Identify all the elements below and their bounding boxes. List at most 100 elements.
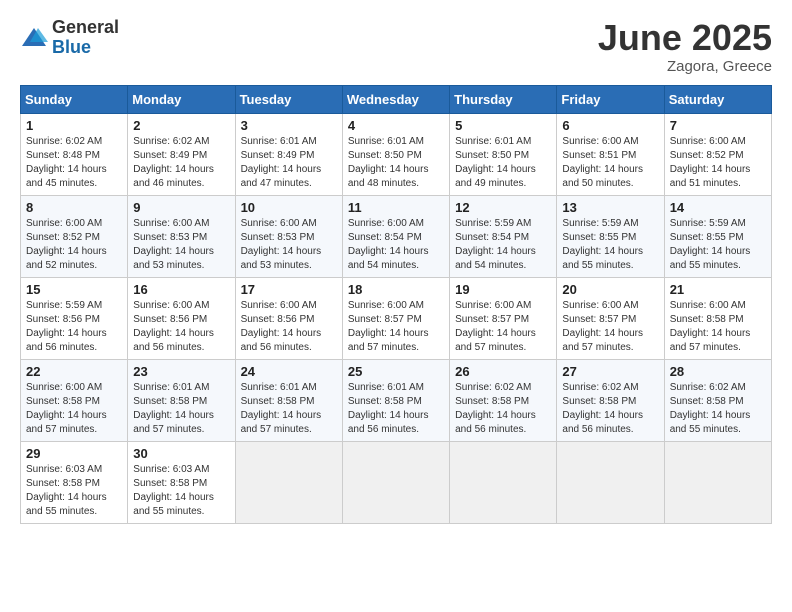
- day-number: 6: [562, 118, 658, 133]
- day-number: 24: [241, 364, 337, 379]
- table-row: 7 Sunrise: 6:00 AMSunset: 8:52 PMDayligh…: [664, 113, 771, 195]
- table-row: 12 Sunrise: 5:59 AMSunset: 8:54 PMDaylig…: [450, 195, 557, 277]
- day-info: Sunrise: 6:00 AMSunset: 8:57 PMDaylight:…: [348, 300, 429, 353]
- calendar-week-row: 8 Sunrise: 6:00 AMSunset: 8:52 PMDayligh…: [21, 195, 772, 277]
- day-number: 4: [348, 118, 444, 133]
- day-number: 9: [133, 200, 229, 215]
- table-row: 8 Sunrise: 6:00 AMSunset: 8:52 PMDayligh…: [21, 195, 128, 277]
- day-info: Sunrise: 6:00 AMSunset: 8:56 PMDaylight:…: [241, 300, 322, 353]
- table-row: 1 Sunrise: 6:02 AMSunset: 8:48 PMDayligh…: [21, 113, 128, 195]
- day-info: Sunrise: 5:59 AMSunset: 8:56 PMDaylight:…: [26, 300, 107, 353]
- table-row: 5 Sunrise: 6:01 AMSunset: 8:50 PMDayligh…: [450, 113, 557, 195]
- table-row: 16 Sunrise: 6:00 AMSunset: 8:56 PMDaylig…: [128, 277, 235, 359]
- day-number: 15: [26, 282, 122, 297]
- col-wednesday: Wednesday: [342, 85, 449, 113]
- calendar-week-row: 15 Sunrise: 5:59 AMSunset: 8:56 PMDaylig…: [21, 277, 772, 359]
- day-number: 10: [241, 200, 337, 215]
- day-info: Sunrise: 6:01 AMSunset: 8:50 PMDaylight:…: [455, 136, 536, 189]
- day-number: 28: [670, 364, 766, 379]
- empty-cell: [664, 441, 771, 523]
- location: Zagora, Greece: [598, 58, 772, 75]
- day-info: Sunrise: 6:01 AMSunset: 8:58 PMDaylight:…: [241, 382, 322, 435]
- table-row: 14 Sunrise: 5:59 AMSunset: 8:55 PMDaylig…: [664, 195, 771, 277]
- day-number: 1: [26, 118, 122, 133]
- day-info: Sunrise: 6:00 AMSunset: 8:52 PMDaylight:…: [26, 218, 107, 271]
- table-row: 6 Sunrise: 6:00 AMSunset: 8:51 PMDayligh…: [557, 113, 664, 195]
- table-row: 25 Sunrise: 6:01 AMSunset: 8:58 PMDaylig…: [342, 359, 449, 441]
- col-thursday: Thursday: [450, 85, 557, 113]
- page-header: General Blue June 2025 Zagora, Greece: [20, 18, 772, 75]
- day-info: Sunrise: 6:00 AMSunset: 8:57 PMDaylight:…: [455, 300, 536, 353]
- table-row: 26 Sunrise: 6:02 AMSunset: 8:58 PMDaylig…: [450, 359, 557, 441]
- day-number: 21: [670, 282, 766, 297]
- day-number: 22: [26, 364, 122, 379]
- day-number: 12: [455, 200, 551, 215]
- table-row: 18 Sunrise: 6:00 AMSunset: 8:57 PMDaylig…: [342, 277, 449, 359]
- calendar-week-row: 1 Sunrise: 6:02 AMSunset: 8:48 PMDayligh…: [21, 113, 772, 195]
- day-number: 29: [26, 446, 122, 461]
- table-row: 22 Sunrise: 6:00 AMSunset: 8:58 PMDaylig…: [21, 359, 128, 441]
- empty-cell: [450, 441, 557, 523]
- day-number: 25: [348, 364, 444, 379]
- calendar-table: Sunday Monday Tuesday Wednesday Thursday…: [20, 85, 772, 524]
- day-info: Sunrise: 6:01 AMSunset: 8:58 PMDaylight:…: [133, 382, 214, 435]
- table-row: 10 Sunrise: 6:00 AMSunset: 8:53 PMDaylig…: [235, 195, 342, 277]
- day-number: 5: [455, 118, 551, 133]
- day-info: Sunrise: 6:00 AMSunset: 8:52 PMDaylight:…: [670, 136, 751, 189]
- table-row: 15 Sunrise: 5:59 AMSunset: 8:56 PMDaylig…: [21, 277, 128, 359]
- day-number: 3: [241, 118, 337, 133]
- table-row: 17 Sunrise: 6:00 AMSunset: 8:56 PMDaylig…: [235, 277, 342, 359]
- day-number: 7: [670, 118, 766, 133]
- calendar-header-row: Sunday Monday Tuesday Wednesday Thursday…: [21, 85, 772, 113]
- table-row: 4 Sunrise: 6:01 AMSunset: 8:50 PMDayligh…: [342, 113, 449, 195]
- day-info: Sunrise: 6:02 AMSunset: 8:49 PMDaylight:…: [133, 136, 214, 189]
- table-row: 3 Sunrise: 6:01 AMSunset: 8:49 PMDayligh…: [235, 113, 342, 195]
- day-info: Sunrise: 6:00 AMSunset: 8:58 PMDaylight:…: [26, 382, 107, 435]
- day-info: Sunrise: 6:02 AMSunset: 8:48 PMDaylight:…: [26, 136, 107, 189]
- table-row: 11 Sunrise: 6:00 AMSunset: 8:54 PMDaylig…: [342, 195, 449, 277]
- empty-cell: [557, 441, 664, 523]
- day-number: 18: [348, 282, 444, 297]
- col-saturday: Saturday: [664, 85, 771, 113]
- title-block: June 2025 Zagora, Greece: [598, 18, 772, 75]
- table-row: 28 Sunrise: 6:02 AMSunset: 8:58 PMDaylig…: [664, 359, 771, 441]
- day-info: Sunrise: 6:00 AMSunset: 8:54 PMDaylight:…: [348, 218, 429, 271]
- table-row: 21 Sunrise: 6:00 AMSunset: 8:58 PMDaylig…: [664, 277, 771, 359]
- day-info: Sunrise: 6:02 AMSunset: 8:58 PMDaylight:…: [455, 382, 536, 435]
- col-friday: Friday: [557, 85, 664, 113]
- table-row: 27 Sunrise: 6:02 AMSunset: 8:58 PMDaylig…: [557, 359, 664, 441]
- logo: General Blue: [20, 18, 119, 58]
- day-info: Sunrise: 6:03 AMSunset: 8:58 PMDaylight:…: [26, 464, 107, 517]
- table-row: 13 Sunrise: 5:59 AMSunset: 8:55 PMDaylig…: [557, 195, 664, 277]
- col-monday: Monday: [128, 85, 235, 113]
- day-info: Sunrise: 5:59 AMSunset: 8:54 PMDaylight:…: [455, 218, 536, 271]
- day-number: 8: [26, 200, 122, 215]
- day-info: Sunrise: 6:00 AMSunset: 8:58 PMDaylight:…: [670, 300, 751, 353]
- day-info: Sunrise: 6:01 AMSunset: 8:49 PMDaylight:…: [241, 136, 322, 189]
- calendar-week-row: 29 Sunrise: 6:03 AMSunset: 8:58 PMDaylig…: [21, 441, 772, 523]
- col-tuesday: Tuesday: [235, 85, 342, 113]
- day-info: Sunrise: 6:00 AMSunset: 8:53 PMDaylight:…: [133, 218, 214, 271]
- day-number: 23: [133, 364, 229, 379]
- calendar-week-row: 22 Sunrise: 6:00 AMSunset: 8:58 PMDaylig…: [21, 359, 772, 441]
- table-row: 20 Sunrise: 6:00 AMSunset: 8:57 PMDaylig…: [557, 277, 664, 359]
- day-info: Sunrise: 6:01 AMSunset: 8:58 PMDaylight:…: [348, 382, 429, 435]
- day-number: 27: [562, 364, 658, 379]
- logo-icon: [20, 24, 48, 52]
- table-row: 9 Sunrise: 6:00 AMSunset: 8:53 PMDayligh…: [128, 195, 235, 277]
- day-info: Sunrise: 6:00 AMSunset: 8:53 PMDaylight:…: [241, 218, 322, 271]
- logo-general: General: [52, 18, 119, 38]
- table-row: 2 Sunrise: 6:02 AMSunset: 8:49 PMDayligh…: [128, 113, 235, 195]
- table-row: 30 Sunrise: 6:03 AMSunset: 8:58 PMDaylig…: [128, 441, 235, 523]
- day-info: Sunrise: 6:03 AMSunset: 8:58 PMDaylight:…: [133, 464, 214, 517]
- day-info: Sunrise: 6:02 AMSunset: 8:58 PMDaylight:…: [670, 382, 751, 435]
- empty-cell: [342, 441, 449, 523]
- day-number: 16: [133, 282, 229, 297]
- table-row: 24 Sunrise: 6:01 AMSunset: 8:58 PMDaylig…: [235, 359, 342, 441]
- empty-cell: [235, 441, 342, 523]
- day-number: 14: [670, 200, 766, 215]
- day-number: 30: [133, 446, 229, 461]
- day-info: Sunrise: 5:59 AMSunset: 8:55 PMDaylight:…: [670, 218, 751, 271]
- day-info: Sunrise: 6:00 AMSunset: 8:56 PMDaylight:…: [133, 300, 214, 353]
- table-row: 19 Sunrise: 6:00 AMSunset: 8:57 PMDaylig…: [450, 277, 557, 359]
